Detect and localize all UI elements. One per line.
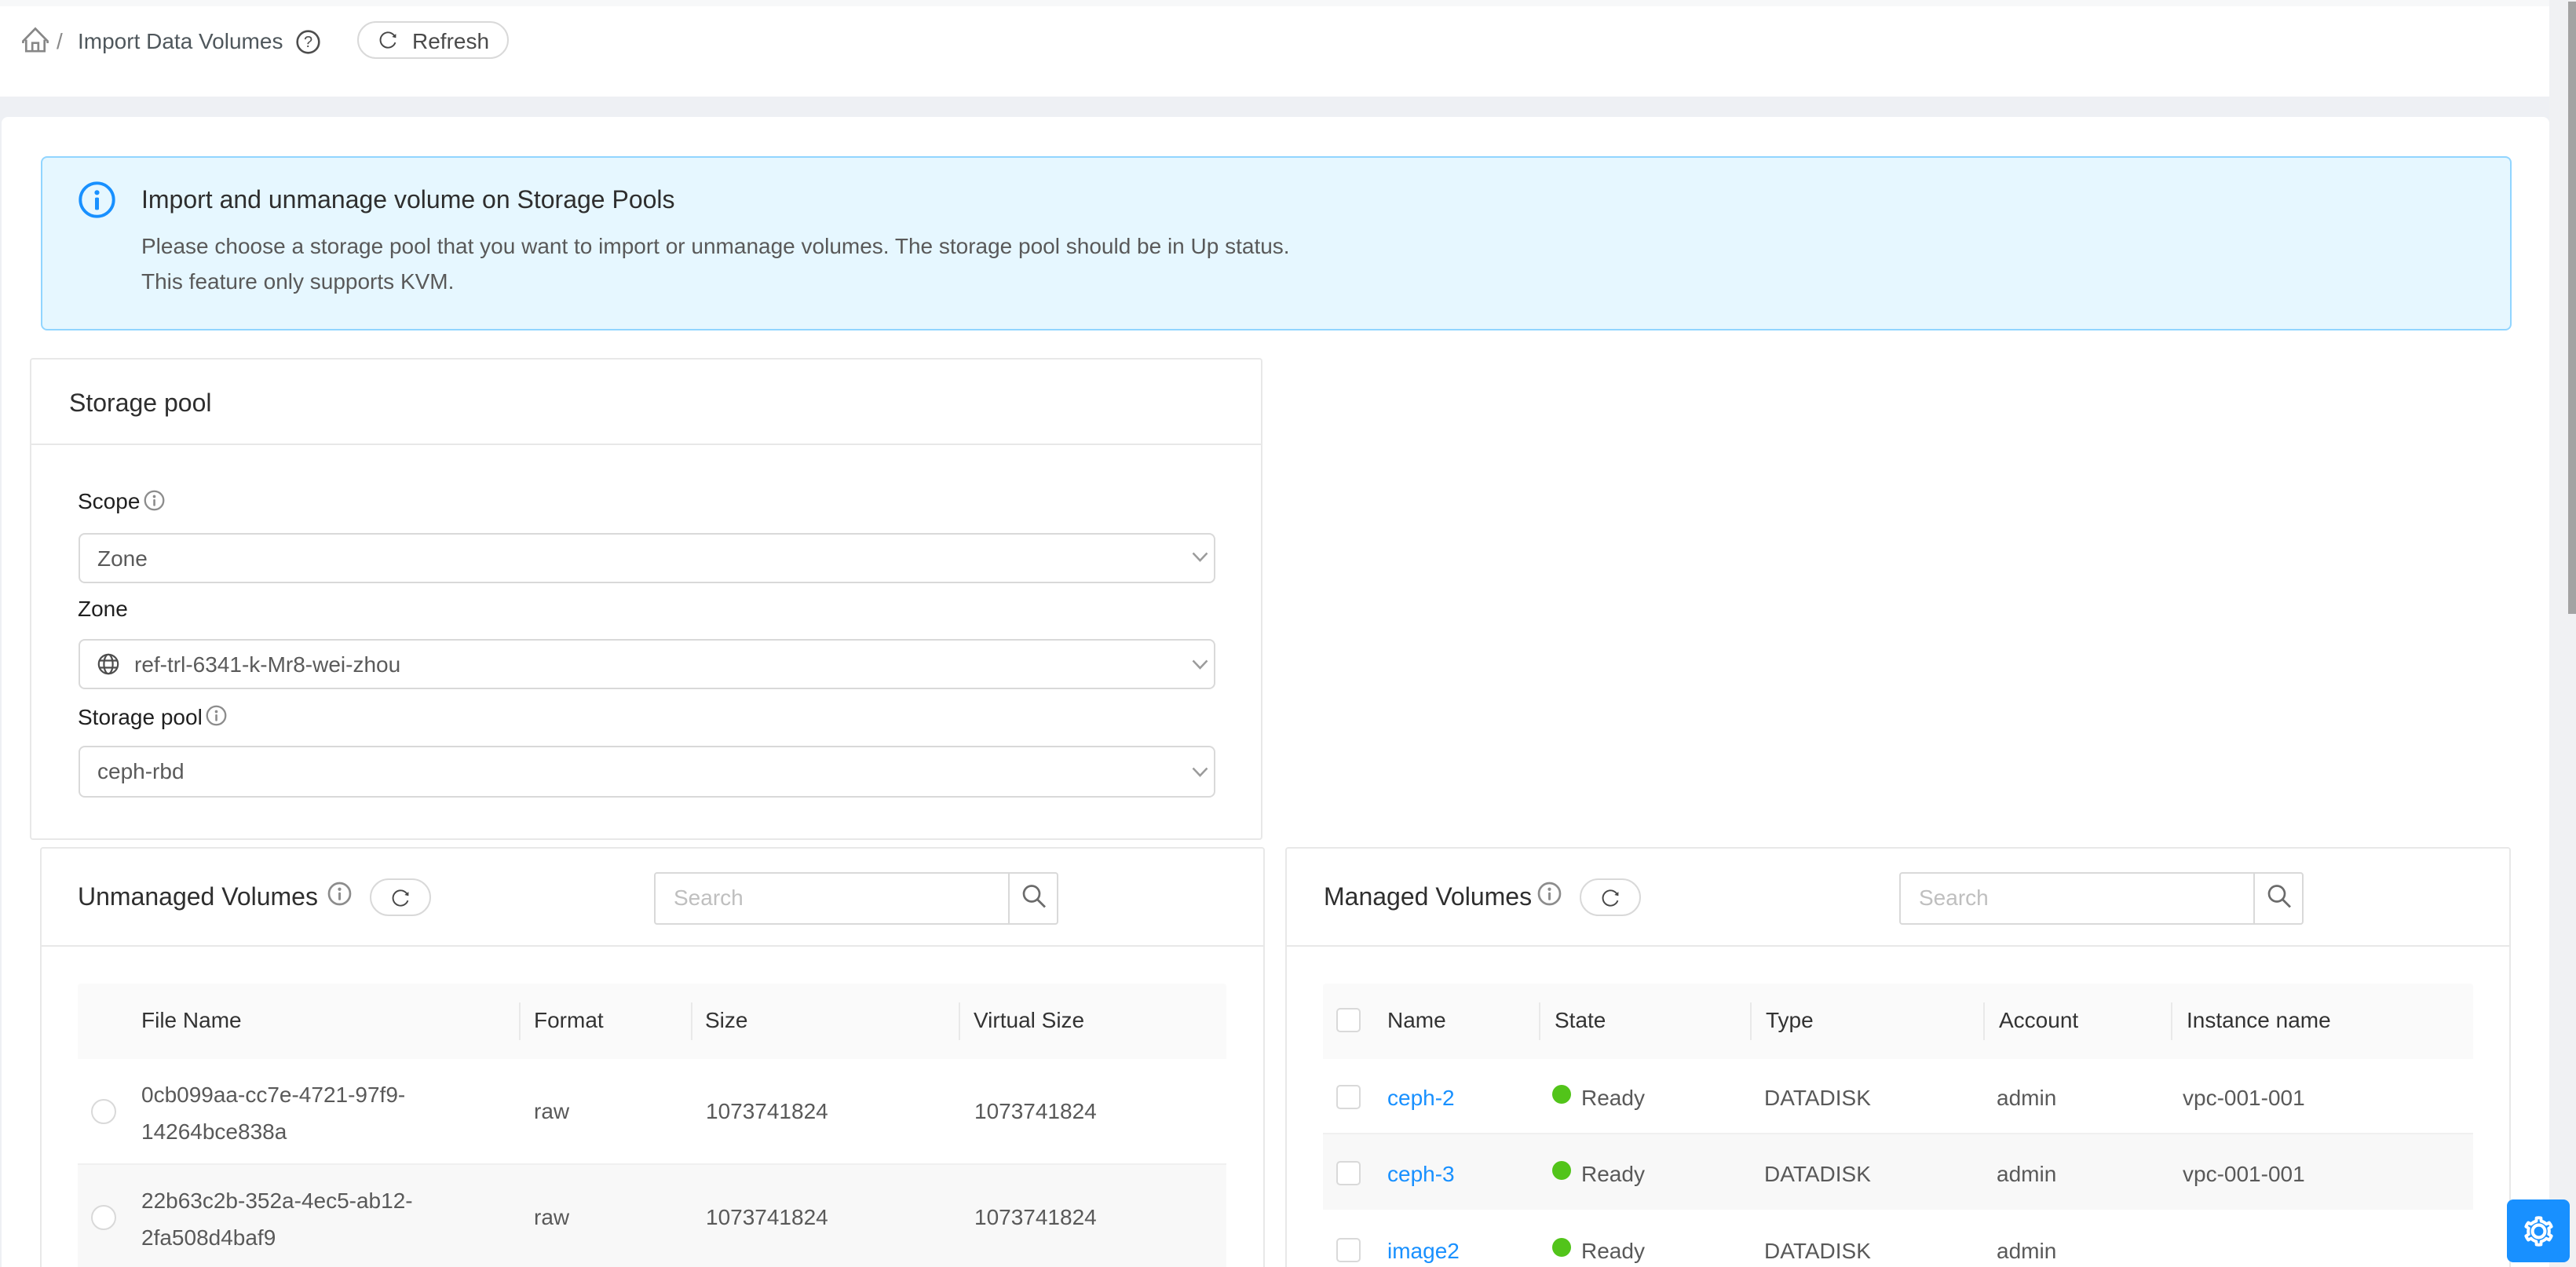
svg-text:?: ? <box>304 34 312 51</box>
